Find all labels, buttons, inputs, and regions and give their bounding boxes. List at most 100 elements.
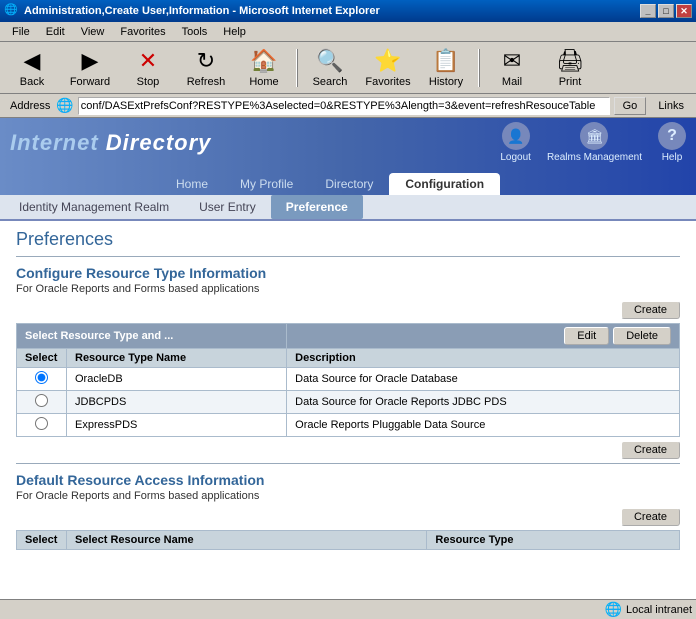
search-icon: 🔍 — [316, 48, 343, 74]
radio-expresspds[interactable] — [17, 414, 67, 437]
links-button[interactable]: Links — [650, 99, 692, 113]
minimize-btn[interactable]: _ — [640, 4, 656, 18]
refresh-icon: ↻ — [197, 48, 215, 74]
stop-button[interactable]: ✕ Stop — [120, 45, 176, 91]
stop-label: Stop — [137, 76, 160, 88]
section2-desc: For Oracle Reports and Forms based appli… — [16, 490, 680, 502]
col-resource-type: Resource Type — [427, 531, 680, 550]
desc-oracledb: Data Source for Oracle Database — [287, 368, 680, 391]
window-title: Administration,Create User,Information -… — [24, 5, 640, 17]
maximize-btn[interactable]: □ — [658, 4, 674, 18]
table-header-actions: Edit Delete — [287, 324, 680, 349]
table-header-text: Select Resource Type and ... — [17, 324, 287, 349]
name-jdbcpds: JDBCPDS — [67, 391, 287, 414]
section1-desc: For Oracle Reports and Forms based appli… — [16, 283, 680, 295]
radio-jdbcpds[interactable] — [17, 391, 67, 414]
section2-table: Select Select Resource Name Resource Typ… — [16, 530, 680, 550]
home-label: Home — [249, 76, 278, 88]
subnav-userentry[interactable]: User Entry — [184, 195, 271, 219]
menu-help[interactable]: Help — [215, 24, 254, 40]
logout-icon: 👤 — [502, 122, 530, 150]
id-logo-text: Directory — [106, 130, 212, 155]
table-row: ExpressPDS Oracle Reports Pluggable Data… — [17, 414, 680, 437]
status-text: Local intranet — [626, 604, 692, 616]
create-button-bottom[interactable]: Create — [621, 441, 680, 459]
tab-directory[interactable]: Directory — [309, 173, 389, 195]
print-label: Print — [559, 76, 582, 88]
realms-link[interactable]: 🏛 Realms Management — [547, 122, 642, 163]
id-top-icons: 👤 Logout 🏛 Realms Management ? Help — [500, 122, 686, 163]
col-desc: Description — [287, 349, 680, 368]
delete-button[interactable]: Delete — [613, 327, 671, 345]
help-link[interactable]: ? Help — [658, 122, 686, 163]
id-header: Internet Directory 👤 Logout 🏛 Realms Man… — [0, 118, 696, 167]
favorites-button[interactable]: ⭐ Favorites — [360, 45, 416, 91]
favorites-label: Favorites — [365, 76, 410, 88]
mail-button[interactable]: ✉ Mail — [484, 45, 540, 91]
table-actions-bottom: Create — [16, 441, 680, 459]
mail-label: Mail — [502, 76, 522, 88]
history-button[interactable]: 📋 History — [418, 45, 474, 91]
resource-table: Select Resource Type and ... Edit Delete… — [16, 323, 680, 437]
id-logo: Internet Directory — [10, 130, 211, 156]
id-top-links: 👤 Logout 🏛 Realms Management ? Help — [500, 122, 686, 163]
status-right: 🌐 Local intranet — [605, 601, 692, 618]
help-icon: ? — [658, 122, 686, 150]
logout-label: Logout — [500, 152, 531, 163]
menu-bar: File Edit View Favorites Tools Help — [0, 22, 696, 42]
menu-file[interactable]: File — [4, 24, 38, 40]
edit-button[interactable]: Edit — [564, 327, 609, 345]
toolbar-separator-2 — [478, 49, 480, 87]
section2-title: Default Resource Access Information — [16, 472, 680, 488]
status-icon: 🌐 — [605, 601, 622, 618]
sub-nav: Identity Management Realm User Entry Pre… — [0, 195, 696, 221]
page-content: Preferences Configure Resource Type Info… — [0, 221, 696, 558]
address-input[interactable] — [78, 97, 610, 115]
create-button-section2[interactable]: Create — [621, 508, 680, 526]
status-bar: 🌐 Local intranet — [0, 599, 696, 619]
col-name: Resource Type Name — [67, 349, 287, 368]
go-button[interactable]: Go — [614, 97, 647, 115]
tab-myprofile[interactable]: My Profile — [224, 173, 309, 195]
table-row: JDBCPDS Data Source for Oracle Reports J… — [17, 391, 680, 414]
address-label: Address — [4, 100, 56, 112]
col-resource-name: Select Resource Name — [67, 531, 427, 550]
radio-oracledb[interactable] — [17, 368, 67, 391]
table-row: OracleDB Data Source for Oracle Database — [17, 368, 680, 391]
refresh-button[interactable]: ↻ Refresh — [178, 45, 234, 91]
realms-label: Realms Management — [547, 152, 642, 163]
tab-home[interactable]: Home — [160, 173, 224, 195]
search-button[interactable]: 🔍 Search — [302, 45, 358, 91]
menu-favorites[interactable]: Favorites — [112, 24, 173, 40]
divider-1 — [16, 256, 680, 257]
tab-configuration[interactable]: Configuration — [389, 173, 500, 195]
menu-view[interactable]: View — [73, 24, 113, 40]
forward-label: Forward — [70, 76, 110, 88]
menu-edit[interactable]: Edit — [38, 24, 73, 40]
home-button[interactable]: 🏠 Home — [236, 45, 292, 91]
search-label: Search — [313, 76, 348, 88]
logout-link[interactable]: 👤 Logout — [500, 122, 531, 163]
create-button-top[interactable]: Create — [621, 301, 680, 319]
section1-title: Configure Resource Type Information — [16, 265, 680, 281]
subnav-preference[interactable]: Preference — [271, 195, 363, 219]
forward-button[interactable]: ▶ Forward — [62, 45, 118, 91]
section2-actions-top: Create — [16, 508, 680, 526]
nav-tabs: Home My Profile Directory Configuration — [0, 167, 696, 195]
name-oracledb: OracleDB — [67, 368, 287, 391]
app-icon: 🌐 — [4, 3, 20, 19]
close-btn[interactable]: ✕ — [676, 4, 692, 18]
back-icon: ◀ — [24, 48, 41, 74]
main-area: Internet Directory 👤 Logout 🏛 Realms Man… — [0, 118, 696, 599]
print-button[interactable]: 🖨 Print — [542, 45, 598, 91]
mail-icon: ✉ — [503, 48, 521, 74]
window-controls[interactable]: _ □ ✕ — [640, 4, 692, 18]
desc-jdbcpds: Data Source for Oracle Reports JDBC PDS — [287, 391, 680, 414]
col-headers: Select Resource Type Name Description — [17, 349, 680, 368]
col-select: Select — [17, 349, 67, 368]
divider-2 — [16, 463, 680, 464]
toolbar-separator — [296, 49, 298, 87]
menu-tools[interactable]: Tools — [174, 24, 216, 40]
back-button[interactable]: ◀ Back — [4, 45, 60, 91]
subnav-identity[interactable]: Identity Management Realm — [4, 195, 184, 219]
